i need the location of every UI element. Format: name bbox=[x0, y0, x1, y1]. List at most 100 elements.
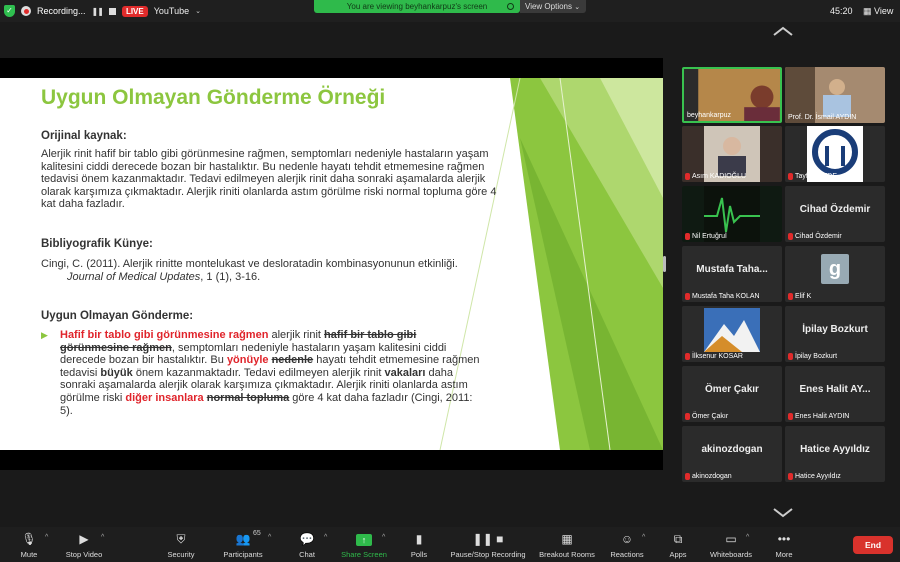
mic-muted-icon bbox=[788, 413, 793, 420]
video-tile-ismail-aydin[interactable]: Prof. Dr. İsmail AYDIN bbox=[785, 67, 885, 123]
more-button[interactable]: ••• More bbox=[772, 531, 796, 559]
view-options-label: View Options bbox=[525, 2, 572, 11]
mic-muted-icon bbox=[788, 473, 793, 480]
video-tile-elif[interactable]: g Elif K bbox=[785, 246, 885, 302]
mic-muted-icon bbox=[788, 233, 793, 240]
participant-label: akinozdogan bbox=[701, 444, 763, 455]
highlight-red: yönüyle bbox=[226, 354, 269, 367]
video-tile-enes-halit[interactable]: Enes Halit AY... Enes Halit AYDIN bbox=[785, 366, 885, 422]
pause-recording-icon[interactable]: ❚❚ bbox=[92, 7, 104, 16]
video-tile-beyhankarpuz[interactable]: beyhankarpuz bbox=[682, 67, 782, 123]
participant-label: İpilay Bozkurt bbox=[802, 324, 868, 335]
pause-stop-recording-button[interactable]: ❚❚ ■ Pause/Stop Recording bbox=[448, 531, 528, 559]
bib-prefix: Cingi, C. (2011). Alerjik rinitte montel… bbox=[41, 258, 458, 270]
chevron-up-icon[interactable]: ^ bbox=[324, 534, 327, 541]
chevron-up-icon[interactable]: ^ bbox=[382, 534, 385, 541]
view-label: View bbox=[874, 6, 894, 16]
bar-chart-icon: ▮ bbox=[415, 532, 423, 546]
security-button[interactable]: ⛨ Security bbox=[164, 531, 198, 559]
reactions-button[interactable]: ☺ Reactions bbox=[608, 531, 646, 559]
text-run: alerjik rinit bbox=[268, 329, 325, 341]
inappropriate-citation-text: Hafif bir tablo gibi görünmesine rağmen … bbox=[60, 329, 480, 417]
participant-name: Elif K bbox=[788, 293, 811, 300]
section-heading-original: Orijinal kaynak: bbox=[41, 130, 127, 142]
recording-label: Recording... bbox=[37, 6, 86, 16]
share-banner-text: You are viewing beyhankarpuz's screen bbox=[346, 2, 488, 11]
chevron-up-icon[interactable]: ^ bbox=[268, 534, 271, 541]
meeting-toolbar: 🎙 Mute ^ ▶ Stop Video ^ ⛨ Security 👥 Par… bbox=[0, 527, 900, 562]
highlight-red: diğer insanlara bbox=[125, 391, 204, 404]
mic-muted-icon bbox=[685, 473, 690, 480]
breakout-rooms-button[interactable]: ▦ Breakout Rooms bbox=[537, 531, 597, 559]
video-tile-asim-kadioglu[interactable]: Asım KADIOĞLU bbox=[682, 126, 782, 182]
participant-name: İpilay Bozkurt bbox=[788, 353, 837, 360]
more-icon: ••• bbox=[777, 532, 791, 546]
live-badge[interactable]: LIVE bbox=[121, 5, 148, 17]
grid-icon: ▦ bbox=[863, 6, 872, 16]
stream-target[interactable]: YouTube bbox=[154, 6, 189, 16]
chat-button[interactable]: 💬 Chat bbox=[294, 531, 320, 559]
strike-text: normal topluma bbox=[206, 391, 290, 404]
shield-icon: ⛨ bbox=[176, 532, 186, 546]
stop-video-button[interactable]: ▶ Stop Video bbox=[62, 531, 106, 559]
view-options-button[interactable]: View Options ⌄ bbox=[520, 0, 586, 13]
pause-stop-icon: ❚❚ ■ bbox=[472, 532, 504, 546]
video-tile-akinozdogan[interactable]: akinozdogan akinozdogan bbox=[682, 426, 782, 482]
participant-label: Cihad Özdemir bbox=[799, 204, 871, 215]
top-bar: ✓ Recording... ❚❚ LIVE YouTube ⌄ You are… bbox=[0, 0, 900, 22]
video-tile-omer-cakir[interactable]: Ömer Çakır Ömer Çakır bbox=[682, 366, 782, 422]
chevron-down-icon: ⌄ bbox=[574, 4, 581, 11]
participant-label: Ömer Çakır bbox=[705, 384, 759, 395]
video-tile-hatice[interactable]: Hatice Ayyıldız Hatice Ayyıldız bbox=[785, 426, 885, 482]
chevron-up-icon[interactable]: ^ bbox=[746, 534, 749, 541]
mic-muted-icon bbox=[685, 173, 690, 180]
strike-text: nedenle bbox=[271, 354, 314, 367]
mic-muted-icon bbox=[685, 233, 690, 240]
video-tile-cihad-ozdemir[interactable]: Cihad Özdemir Cihad Özdemir bbox=[785, 186, 885, 242]
polls-button[interactable]: ▮ Polls bbox=[406, 531, 432, 559]
grid-icon: ▦ bbox=[561, 532, 573, 546]
bold-text: büyük bbox=[100, 366, 133, 379]
end-meeting-button[interactable]: End bbox=[853, 536, 893, 554]
participant-name: Enes Halit AYDIN bbox=[788, 413, 849, 420]
participant-name: Mustafa Taha KOLAN bbox=[685, 293, 760, 300]
video-tile-ilksenur[interactable]: İlksenur KOSAR bbox=[682, 306, 782, 362]
mic-muted-icon bbox=[788, 353, 793, 360]
video-tile-ipilay[interactable]: İpilay Bozkurt İpilay Bozkurt bbox=[785, 306, 885, 362]
video-camera-icon: ▶ bbox=[79, 532, 89, 546]
video-tile-tayfun-dede[interactable]: Tayfun DEDE bbox=[785, 126, 885, 182]
apps-button[interactable]: ⧉ Apps bbox=[666, 531, 690, 559]
mic-muted-icon bbox=[788, 173, 793, 180]
chevron-down-icon[interactable]: ⌄ bbox=[195, 7, 201, 15]
smiley-icon: ☺ bbox=[620, 532, 634, 546]
mic-muted-icon bbox=[788, 293, 793, 300]
participant-label: Enes Halit AY... bbox=[799, 384, 871, 395]
video-tile-mustafa-taha[interactable]: Mustafa Taha... Mustafa Taha KOLAN bbox=[682, 246, 782, 302]
participant-name: Cihad Özdemir bbox=[788, 233, 842, 240]
stop-recording-icon[interactable] bbox=[108, 7, 116, 15]
original-source-text: Alerjik rinit hafif bir tablo gibi görün… bbox=[41, 148, 497, 211]
participant-name: Ömer Çakır bbox=[685, 413, 728, 420]
mute-button[interactable]: 🎙 Mute bbox=[14, 531, 44, 559]
mic-muted-icon bbox=[685, 293, 690, 300]
shield-icon[interactable]: ✓ bbox=[4, 5, 15, 17]
chevron-up-icon[interactable]: ^ bbox=[45, 534, 48, 541]
microphone-icon: 🎙 bbox=[21, 532, 37, 546]
video-tile-nil-ertugrul[interactable]: Nil Ertuğrul bbox=[682, 186, 782, 242]
participant-label: Hatice Ayyıldız bbox=[800, 444, 870, 455]
resize-handle[interactable] bbox=[663, 256, 666, 272]
view-button[interactable]: ▦ View bbox=[863, 6, 893, 17]
apps-icon: ⧉ bbox=[673, 532, 683, 546]
participant-name: Hatice Ayyıldız bbox=[788, 473, 841, 480]
share-banner: You are viewing beyhankarpuz's screen bbox=[314, 0, 520, 13]
bib-journal: Journal of Medical Updates bbox=[67, 270, 201, 283]
section-heading-bibliography: Bibliyografik Künye: bbox=[41, 238, 153, 250]
chevron-up-icon[interactable]: ^ bbox=[642, 534, 645, 541]
avatar: g bbox=[821, 254, 849, 284]
bibliography-entry: Cingi, C. (2011). Alerjik rinitte montel… bbox=[41, 258, 471, 283]
status-dot-icon bbox=[507, 3, 514, 10]
participant-gallery: beyhankarpuz Prof. Dr. İsmail AYDIN Asım… bbox=[678, 22, 900, 527]
chevron-up-icon[interactable]: ^ bbox=[101, 534, 104, 541]
slide: Uygun Olmayan Gönderme Örneği Orijinal k… bbox=[0, 78, 663, 450]
mic-muted-icon bbox=[685, 413, 690, 420]
